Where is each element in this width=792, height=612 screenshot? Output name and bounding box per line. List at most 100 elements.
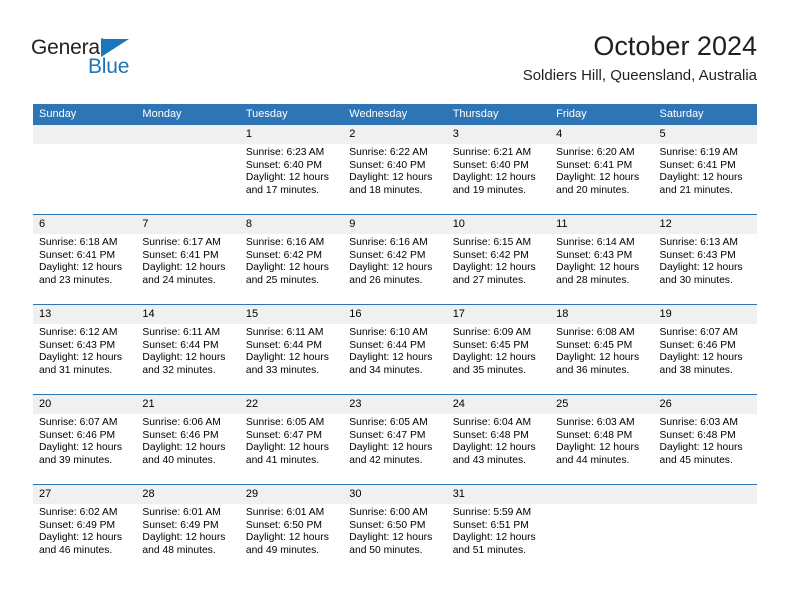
calendar-day-cell[interactable]: 20 Sunrise: 6:07 AM Sunset: 6:46 PM Dayligh… xyxy=(33,394,137,485)
day-details xyxy=(550,504,653,507)
calendar-day-cell[interactable]: 16 Sunrise: 6:10 AM Sunset: 6:44 PM Dayligh… xyxy=(343,304,447,395)
sunset-text: Sunset: 6:45 PM xyxy=(452,339,529,351)
calendar-day-cell[interactable]: 1 Sunrise: 6:23 AM Sunset: 6:40 PM Daylight… xyxy=(239,125,344,215)
day-details: Sunrise: 6:13 AM Sunset: 6:43 PM Daylight:… xyxy=(654,234,757,287)
calendar-day-cell[interactable]: 2 Sunrise: 6:22 AM Sunset: 6:40 PM Daylight… xyxy=(343,125,447,215)
daylight-text: Daylight: 12 hours xyxy=(245,352,329,364)
sunset-text: Sunset: 6:44 PM xyxy=(142,339,219,351)
day-details: Sunrise: 6:12 AM Sunset: 6:43 PM Daylight:… xyxy=(33,324,136,377)
calendar-day-cell[interactable]: 31 Sunrise: 5:59 AM Sunset: 6:51 PM Dayligh… xyxy=(446,484,551,574)
calendar-day-cell[interactable]: 12 Sunrise: 6:13 AM Sunset: 6:43 PM Dayligh… xyxy=(653,214,757,305)
calendar-week-row: 27 Sunrise: 6:02 AM Sunset: 6:49 PM Dayligh… xyxy=(33,484,757,574)
calendar-day-cell[interactable]: 18 Sunrise: 6:08 AM Sunset: 6:45 PM Dayligh… xyxy=(550,304,654,395)
calendar-day-cell[interactable]: 14 Sunrise: 6:11 AM Sunset: 6:44 PM Dayligh… xyxy=(136,304,240,395)
calendar-day-cell[interactable]: 30 Sunrise: 6:00 AM Sunset: 6:50 PM Dayligh… xyxy=(343,484,447,574)
day-number: 23 xyxy=(343,395,447,414)
day-cell-inner: 4 Sunrise: 6:20 AM Sunset: 6:41 PM Daylight… xyxy=(550,125,654,214)
weekday-header-sunday: Sunday xyxy=(33,104,137,125)
calendar-page: General Blue October 2024 Soldiers Hill,… xyxy=(0,0,792,612)
day-details: Sunrise: 6:03 AM Sunset: 6:48 PM Daylight:… xyxy=(550,414,653,467)
daylight-text: Daylight: 12 hours xyxy=(142,262,226,274)
daylight-text: Daylight: 12 hours xyxy=(452,352,536,364)
daylight-text: Daylight: 12 hours xyxy=(39,352,122,364)
calendar-day-cell[interactable]: 15 Sunrise: 6:11 AM Sunset: 6:44 PM Dayligh… xyxy=(239,304,344,395)
daylight-text: Daylight: 12 hours xyxy=(39,532,122,544)
sunrise-text: Sunrise: 6:03 AM xyxy=(556,417,635,428)
daylight-text: Daylight: 12 hours xyxy=(556,262,640,274)
daylight-text: Daylight: 12 hours xyxy=(659,172,743,184)
sunrise-text: Sunrise: 6:17 AM xyxy=(142,237,221,248)
calendar-body: 1 Sunrise: 6:23 AM Sunset: 6:40 PM Daylight… xyxy=(33,125,757,574)
daylight-text-cont: and 26 minutes. xyxy=(349,274,423,286)
sunset-text: Sunset: 6:49 PM xyxy=(39,519,116,531)
calendar-week-row: 1 Sunrise: 6:23 AM Sunset: 6:40 PM Daylight… xyxy=(33,125,757,215)
day-details: Sunrise: 6:10 AM Sunset: 6:44 PM Daylight:… xyxy=(343,324,446,377)
calendar-day-cell[interactable]: 9 Sunrise: 6:16 AM Sunset: 6:42 PM Daylight… xyxy=(343,214,447,305)
day-number xyxy=(136,125,240,144)
calendar-day-cell[interactable]: 26 Sunrise: 6:03 AM Sunset: 6:48 PM Dayligh… xyxy=(653,394,757,485)
calendar-day-cell[interactable]: 29 Sunrise: 6:01 AM Sunset: 6:50 PM Dayligh… xyxy=(239,484,344,574)
daylight-text: Daylight: 12 hours xyxy=(452,172,536,184)
page-title: October 2024 xyxy=(593,31,757,61)
calendar-day-cell[interactable]: 25 Sunrise: 6:03 AM Sunset: 6:48 PM Dayligh… xyxy=(550,394,654,485)
daylight-text: Daylight: 12 hours xyxy=(659,352,743,364)
sunset-text: Sunset: 6:46 PM xyxy=(142,429,219,441)
day-details xyxy=(136,144,239,147)
day-details: Sunrise: 5:59 AM Sunset: 6:51 PM Daylight:… xyxy=(447,504,550,557)
day-cell-inner: 17 Sunrise: 6:09 AM Sunset: 6:45 PM Dayligh… xyxy=(446,305,551,394)
calendar-day-cell[interactable]: 10 Sunrise: 6:15 AM Sunset: 6:42 PM Dayligh… xyxy=(446,214,551,305)
calendar-day-cell[interactable]: 24 Sunrise: 6:04 AM Sunset: 6:48 PM Dayligh… xyxy=(446,394,551,485)
calendar-day-cell[interactable]: 8 Sunrise: 6:16 AM Sunset: 6:42 PM Daylight… xyxy=(239,214,344,305)
daylight-text-cont: and 20 minutes. xyxy=(556,184,630,196)
calendar-day-cell[interactable]: 3 Sunrise: 6:21 AM Sunset: 6:40 PM Daylight… xyxy=(446,125,551,215)
page-subtitle: Soldiers Hill, Queensland, Australia xyxy=(522,67,757,84)
calendar-day-cell[interactable]: 7 Sunrise: 6:17 AM Sunset: 6:41 PM Daylight… xyxy=(136,214,240,305)
sunset-text: Sunset: 6:41 PM xyxy=(659,159,736,171)
sunset-text: Sunset: 6:41 PM xyxy=(142,249,219,261)
calendar-day-cell[interactable]: 13 Sunrise: 6:12 AM Sunset: 6:43 PM Dayligh… xyxy=(33,304,137,395)
calendar-day-cell[interactable]: 4 Sunrise: 6:20 AM Sunset: 6:41 PM Daylight… xyxy=(550,125,654,215)
day-details: Sunrise: 6:09 AM Sunset: 6:45 PM Daylight:… xyxy=(447,324,550,377)
day-number: 11 xyxy=(550,215,654,234)
day-number: 6 xyxy=(33,215,137,234)
day-cell-inner: 22 Sunrise: 6:05 AM Sunset: 6:47 PM Dayligh… xyxy=(239,395,344,484)
daylight-text: Daylight: 12 hours xyxy=(245,172,329,184)
calendar-day-cell[interactable]: 21 Sunrise: 6:06 AM Sunset: 6:46 PM Dayligh… xyxy=(136,394,240,485)
daylight-text: Daylight: 12 hours xyxy=(245,262,329,274)
calendar-day-cell[interactable]: 19 Sunrise: 6:07 AM Sunset: 6:46 PM Dayligh… xyxy=(653,304,757,395)
sunrise-text: Sunrise: 6:09 AM xyxy=(452,327,532,338)
daylight-text: Daylight: 12 hours xyxy=(659,442,743,454)
day-details: Sunrise: 6:19 AM Sunset: 6:41 PM Daylight:… xyxy=(654,144,757,197)
calendar-day-cell[interactable]: 27 Sunrise: 6:02 AM Sunset: 6:49 PM Dayligh… xyxy=(33,484,137,574)
day-number: 20 xyxy=(33,395,137,414)
day-number: 28 xyxy=(136,485,240,504)
calendar-day-cell[interactable]: 23 Sunrise: 6:05 AM Sunset: 6:47 PM Dayligh… xyxy=(343,394,447,485)
day-details: Sunrise: 6:11 AM Sunset: 6:44 PM Daylight:… xyxy=(136,324,239,377)
daylight-text-cont: and 46 minutes. xyxy=(39,544,113,556)
sunrise-text: Sunrise: 6:11 AM xyxy=(245,327,324,338)
calendar-day-cell[interactable]: 22 Sunrise: 6:05 AM Sunset: 6:47 PM Dayligh… xyxy=(239,394,344,485)
day-cell-inner xyxy=(33,125,137,214)
day-number: 19 xyxy=(653,305,757,324)
day-cell-inner: 16 Sunrise: 6:10 AM Sunset: 6:44 PM Dayligh… xyxy=(343,305,447,394)
daylight-text: Daylight: 12 hours xyxy=(452,442,536,454)
day-details xyxy=(33,144,136,147)
sunset-text: Sunset: 6:43 PM xyxy=(39,339,116,351)
day-number: 7 xyxy=(136,215,240,234)
daylight-text: Daylight: 12 hours xyxy=(349,172,433,184)
calendar-day-cell[interactable]: 5 Sunrise: 6:19 AM Sunset: 6:41 PM Daylight… xyxy=(653,125,757,215)
daylight-text: Daylight: 12 hours xyxy=(349,532,433,544)
daylight-text: Daylight: 12 hours xyxy=(142,352,226,364)
day-details: Sunrise: 6:17 AM Sunset: 6:41 PM Daylight:… xyxy=(136,234,239,287)
calendar-day-cell[interactable]: 28 Sunrise: 6:01 AM Sunset: 6:49 PM Dayligh… xyxy=(136,484,240,574)
calendar-day-cell[interactable]: 6 Sunrise: 6:18 AM Sunset: 6:41 PM Daylight… xyxy=(33,214,137,305)
calendar-day-cell[interactable]: 17 Sunrise: 6:09 AM Sunset: 6:45 PM Dayligh… xyxy=(446,304,551,395)
day-number: 10 xyxy=(446,215,551,234)
sunrise-text: Sunrise: 6:16 AM xyxy=(245,237,325,248)
daylight-text-cont: and 27 minutes. xyxy=(452,274,526,286)
daylight-text-cont: and 28 minutes. xyxy=(556,274,630,286)
day-details: Sunrise: 6:01 AM Sunset: 6:49 PM Daylight:… xyxy=(136,504,239,557)
calendar-day-cell[interactable]: 11 Sunrise: 6:14 AM Sunset: 6:43 PM Dayligh… xyxy=(550,214,654,305)
day-cell-inner: 21 Sunrise: 6:06 AM Sunset: 6:46 PM Dayligh… xyxy=(136,395,240,484)
day-details: Sunrise: 6:06 AM Sunset: 6:46 PM Daylight:… xyxy=(136,414,239,467)
